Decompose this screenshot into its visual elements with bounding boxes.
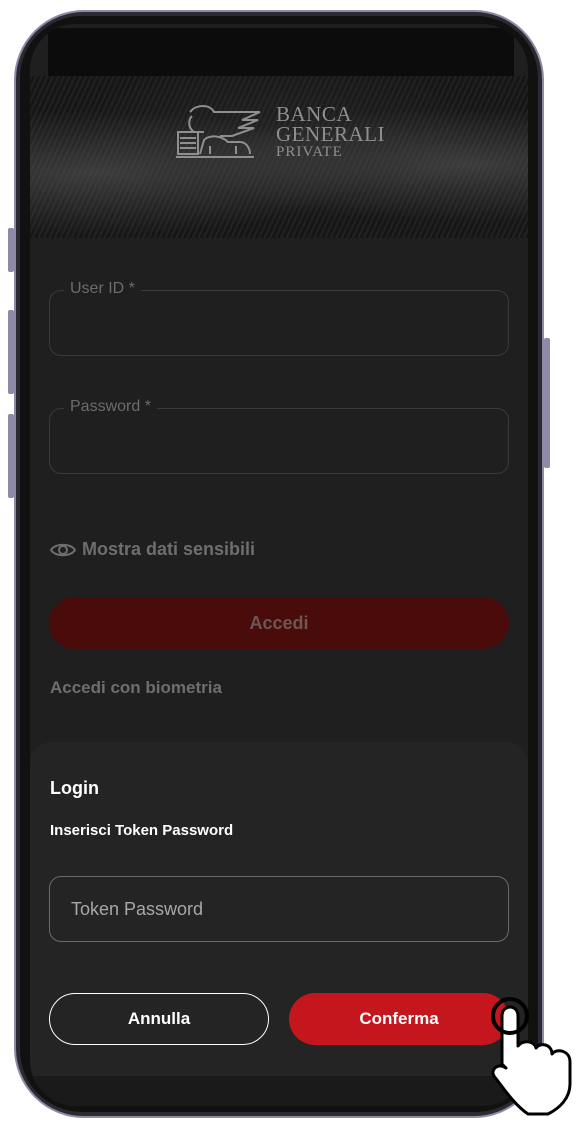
show-sensitive-label: Mostra dati sensibili bbox=[82, 539, 256, 559]
show-sensitive-data-toggle[interactable]: Mostra dati sensibili bbox=[50, 539, 255, 560]
token-bottom-sheet: Login Inserisci Token Password Token Pas… bbox=[30, 742, 528, 1106]
sheet-subtitle: Inserisci Token Password bbox=[50, 822, 234, 839]
eye-icon bbox=[50, 541, 76, 559]
cancel-button[interactable]: Annulla bbox=[49, 993, 269, 1045]
phone-side-button bbox=[544, 338, 550, 468]
user-id-label: User ID * bbox=[64, 280, 141, 298]
brand-line-2: GENERALI bbox=[276, 122, 385, 146]
confirm-button[interactable]: Conferma bbox=[289, 993, 509, 1045]
token-password-input[interactable]: Token Password bbox=[49, 876, 509, 942]
sheet-title: Login bbox=[50, 778, 99, 798]
screenshot: BANCA GENERALI PRIVATE User ID * Passwor… bbox=[0, 0, 579, 1122]
user-id-field[interactable]: User ID * bbox=[49, 280, 509, 356]
biometric-login-link[interactable]: Accedi con biometria bbox=[50, 678, 222, 698]
lion-logo-icon bbox=[170, 102, 264, 162]
password-label: Password * bbox=[64, 398, 157, 416]
password-field[interactable]: Password * bbox=[49, 398, 509, 474]
brand-line-3: PRIVATE bbox=[276, 144, 343, 160]
hand-pointer-icon bbox=[488, 996, 578, 1122]
login-button[interactable]: Accedi bbox=[49, 597, 509, 649]
brand-line-1: BANCA bbox=[276, 102, 353, 126]
brand-logo: BANCA GENERALI PRIVATE bbox=[170, 102, 385, 162]
home-indicator-area bbox=[30, 1076, 528, 1106]
phone-screen: BANCA GENERALI PRIVATE User ID * Passwor… bbox=[30, 24, 528, 1106]
hero-banner: BANCA GENERALI PRIVATE bbox=[30, 76, 528, 238]
status-bar bbox=[48, 28, 514, 76]
